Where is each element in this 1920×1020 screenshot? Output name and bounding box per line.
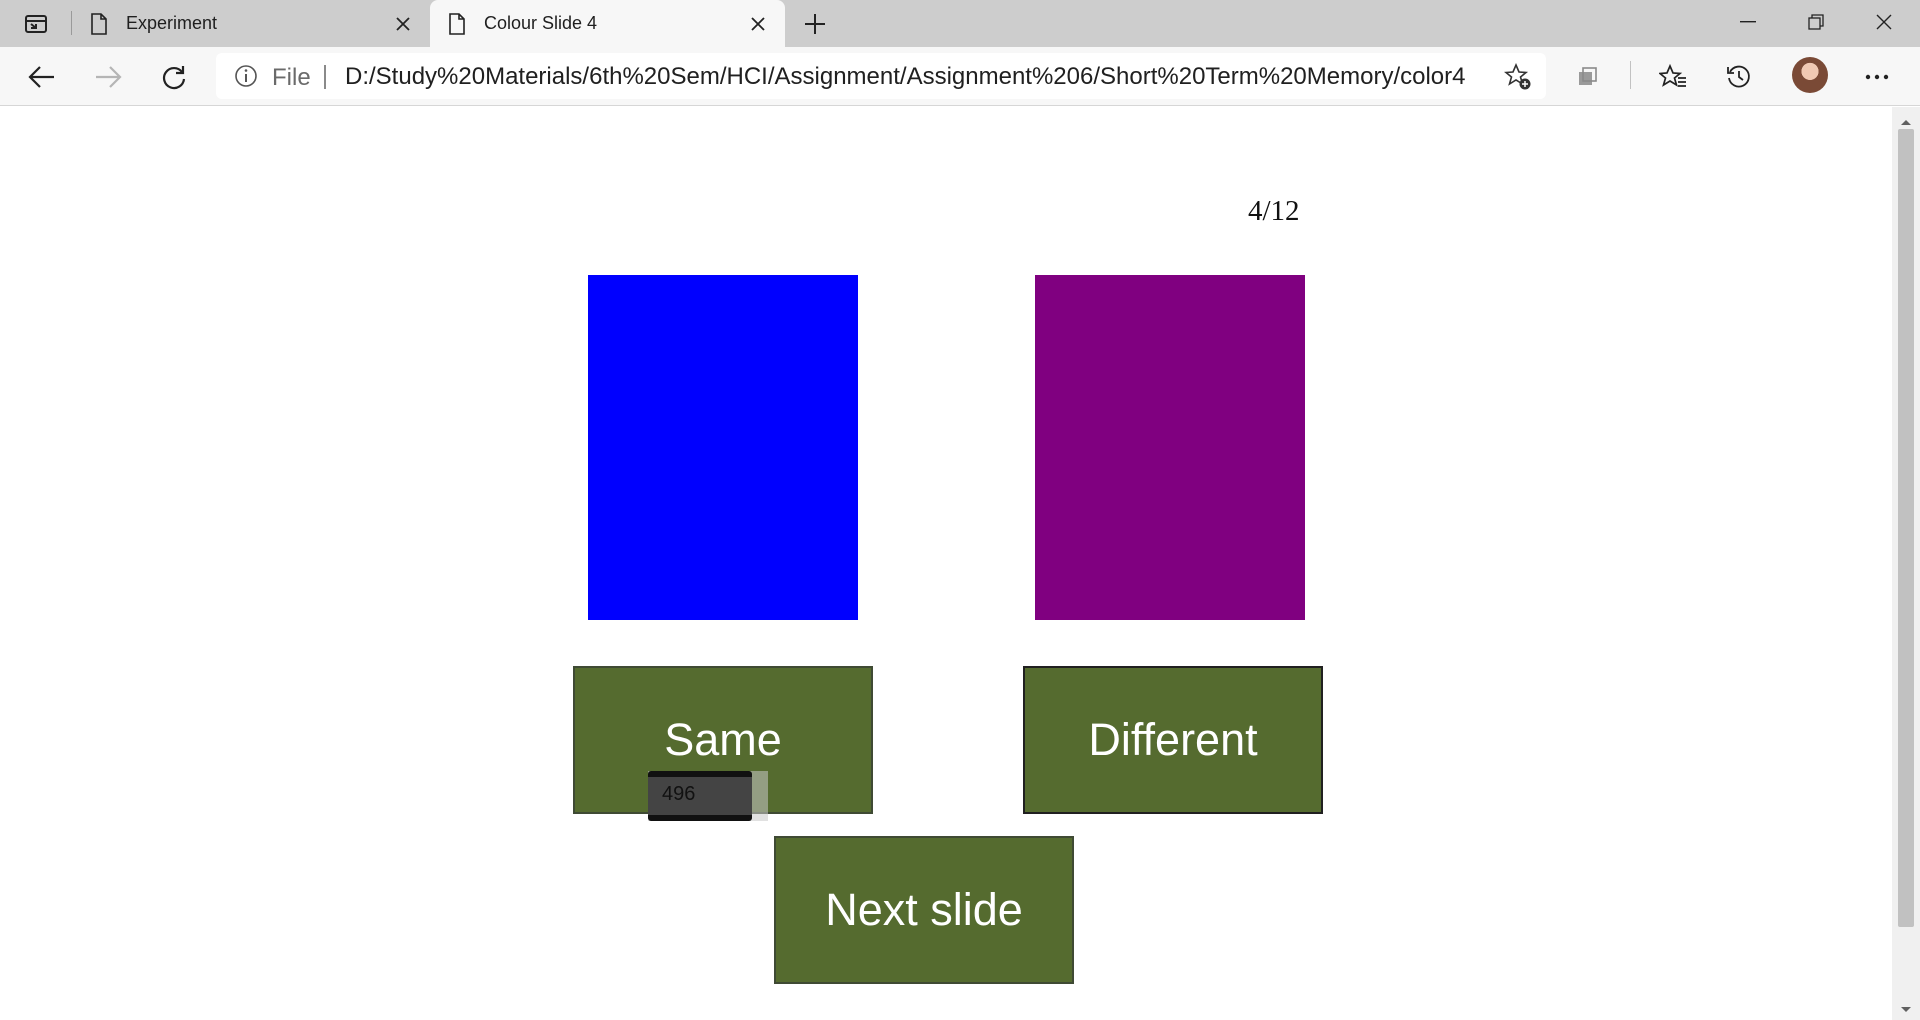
restore-icon[interactable] bbox=[1788, 0, 1844, 44]
minimize-icon[interactable] bbox=[1720, 0, 1776, 44]
next-slide-button[interactable]: Next slide bbox=[774, 836, 1074, 984]
tab-colour-slide-4[interactable]: Colour Slide 4 bbox=[430, 0, 785, 47]
tab-title: Experiment bbox=[126, 13, 218, 33]
scroll-down-arrow-icon[interactable] bbox=[1900, 1001, 1912, 1019]
value-tooltip: 496 bbox=[648, 771, 768, 821]
collections-icon[interactable] bbox=[1571, 60, 1605, 94]
add-favorite-star-icon[interactable] bbox=[1503, 62, 1532, 96]
address-divider bbox=[324, 65, 326, 89]
page-icon bbox=[90, 13, 108, 40]
browser-toolbar: File D:/Study%20Materials/6th%20Sem/HCI/… bbox=[0, 47, 1920, 106]
history-icon[interactable] bbox=[1722, 60, 1756, 94]
page-icon bbox=[448, 13, 466, 40]
favorites-icon[interactable] bbox=[1656, 60, 1690, 94]
back-arrow-icon[interactable] bbox=[24, 59, 60, 95]
more-icon[interactable] bbox=[1860, 60, 1894, 94]
tab-experiment[interactable]: Experiment bbox=[72, 0, 428, 47]
close-icon[interactable] bbox=[392, 13, 414, 35]
colour-swatch-left bbox=[588, 275, 858, 620]
address-bar[interactable]: File D:/Study%20Materials/6th%20Sem/HCI/… bbox=[216, 53, 1546, 99]
refresh-icon[interactable] bbox=[156, 59, 192, 95]
tooltip-text: 496 bbox=[662, 783, 696, 805]
tab-title: Colour Slide 4 bbox=[484, 13, 598, 33]
colour-swatch-right bbox=[1035, 275, 1305, 620]
tab-strip: Experiment Colour Slide 4 bbox=[0, 0, 1920, 47]
forward-arrow-icon[interactable] bbox=[90, 59, 126, 95]
scrollbar-thumb[interactable] bbox=[1898, 129, 1914, 927]
different-button[interactable]: Different bbox=[1023, 666, 1323, 814]
slide-counter: 4/12 bbox=[1248, 195, 1300, 227]
toolbar-separator bbox=[1630, 61, 1631, 89]
plus-icon[interactable] bbox=[800, 9, 830, 39]
close-icon[interactable] bbox=[747, 13, 769, 35]
avatar[interactable] bbox=[1792, 57, 1828, 93]
info-icon[interactable] bbox=[234, 64, 258, 93]
vertical-scrollbar[interactable] bbox=[1892, 107, 1920, 1020]
page-content: 4/12 Same Different Next slide 496 bbox=[0, 107, 1892, 1020]
close-window-icon[interactable] bbox=[1856, 0, 1912, 44]
address-url[interactable]: D:/Study%20Materials/6th%20Sem/HCI/Assig… bbox=[345, 63, 1465, 91]
tab-actions-icon[interactable] bbox=[14, 10, 58, 38]
address-scheme-label: File bbox=[272, 64, 311, 91]
